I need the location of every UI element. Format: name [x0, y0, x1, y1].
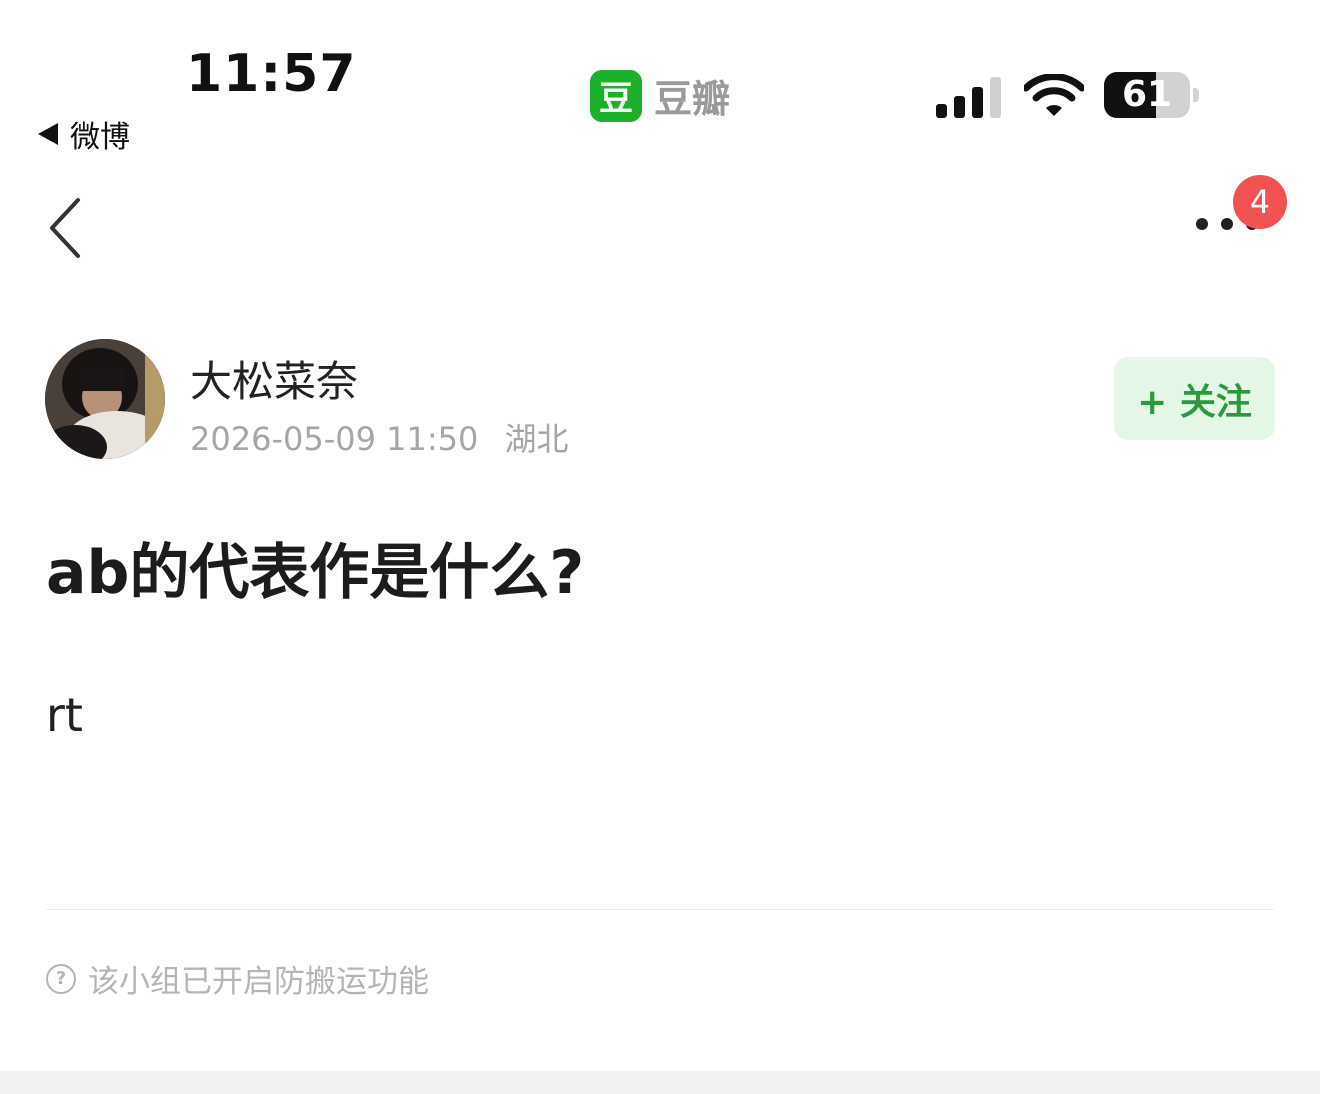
back-chevron-icon[interactable] — [44, 196, 88, 260]
question-icon: ? — [46, 963, 76, 994]
back-app-label: 微博 — [70, 120, 130, 155]
app-name: 豆瓣 — [654, 77, 731, 121]
more-dot-icon — [1196, 218, 1208, 230]
bottom-separator — [0, 1071, 1320, 1094]
divider — [46, 909, 1274, 910]
more-dot-icon — [1221, 218, 1233, 230]
status-time: 11:57 — [186, 44, 357, 104]
back-triangle-icon — [38, 123, 58, 145]
author-avatar[interactable] — [45, 339, 165, 459]
douban-logo-icon: 豆 — [590, 69, 642, 122]
post-meta: 2026-05-09 11:50 湖北 — [190, 414, 569, 460]
app-indicator: 豆 豆瓣 — [590, 68, 730, 123]
notice-text: 该小组已开启防搬运功能 — [88, 964, 429, 1000]
anti-repost-notice[interactable]: ? 该小组已开启防搬运功能 — [46, 956, 429, 1001]
cellular-signal-icon — [936, 77, 1001, 118]
follow-button[interactable]: + 关注 — [1114, 357, 1275, 440]
post-body: rt — [46, 688, 83, 742]
post-title: ab的代表作是什么? — [46, 538, 585, 608]
post-date: 2026-05-09 11:50 — [190, 420, 479, 458]
battery-icon: 61 — [1104, 72, 1200, 120]
avatar-image — [45, 339, 165, 459]
wifi-icon — [1024, 74, 1084, 116]
back-to-app-link[interactable]: 微博 — [38, 112, 130, 156]
notification-badge: 4 — [1233, 175, 1287, 229]
post-location: 湖北 — [504, 420, 569, 458]
author-name[interactable]: 大松菜奈 — [190, 348, 358, 409]
battery-percentage: 61 — [1121, 74, 1173, 115]
